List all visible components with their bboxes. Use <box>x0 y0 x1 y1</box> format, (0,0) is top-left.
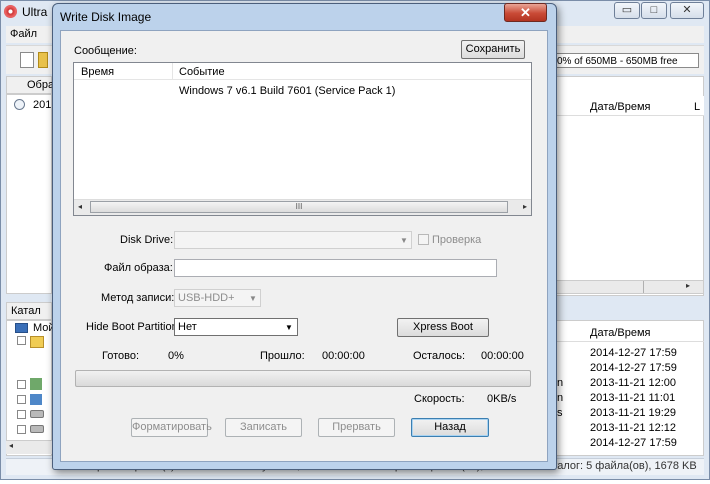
capacity-indicator: 0% of 650MB - 650MB free <box>553 53 699 68</box>
dialog-close-button[interactable]: ✕ <box>504 3 547 22</box>
chevron-down-icon: ▼ <box>400 236 408 245</box>
catalog-panel-header: Катал <box>6 302 52 320</box>
log-header <box>74 63 531 80</box>
list-item-date[interactable]: 2014-12-27 17:59 <box>590 437 677 449</box>
catalog-tree <box>6 320 52 456</box>
app-logo-icon <box>4 5 17 18</box>
tree-expander[interactable] <box>17 425 26 434</box>
dialog-title: Write Disk Image <box>60 10 152 24</box>
chevron-down-icon: ▼ <box>249 294 257 303</box>
list-item-date[interactable]: 2014-12-27 17:59 <box>590 362 677 374</box>
list-item-fragment: n <box>557 377 564 389</box>
image-file-label: Файл образа: <box>104 262 173 274</box>
drive-icon <box>30 425 44 433</box>
write-button[interactable]: Записать <box>225 418 302 437</box>
message-label: Сообщение: <box>74 45 137 57</box>
elapsed-label: Прошло: <box>260 350 305 362</box>
remaining-value: 00:00:00 <box>481 350 524 362</box>
log-row-event: Windows 7 v6.1 Build 7601 (Service Pack … <box>179 85 396 97</box>
image-list-scrollbar[interactable] <box>548 280 704 294</box>
tree-expander[interactable] <box>17 336 26 345</box>
tree-expander[interactable] <box>17 395 26 404</box>
list-item-fragment: n <box>557 392 564 404</box>
window-title: Ultra <box>22 5 48 19</box>
image-tree <box>6 94 52 294</box>
disk-drive-select[interactable] <box>174 231 412 249</box>
disc-icon <box>14 99 25 110</box>
status-catalog: Каталог: 5 файла(ов), 1678 KB <box>540 460 697 472</box>
folder-icon <box>30 336 44 348</box>
column-partial[interactable]: L <box>694 101 700 113</box>
format-button[interactable]: Форматировать <box>131 418 212 437</box>
computer-icon <box>15 323 28 333</box>
speed-label: Скорость: <box>414 393 465 405</box>
verify-label: Проверка <box>432 234 482 246</box>
ready-value: 0% <box>168 350 184 362</box>
image-file-field[interactable] <box>174 259 497 277</box>
log-column-event[interactable]: Событие <box>179 66 225 78</box>
list-item-fragment: s <box>557 407 563 419</box>
image-tree-item[interactable]: 201 <box>33 99 51 111</box>
minimize-button[interactable]: ▭ <box>614 2 640 19</box>
menu-file[interactable]: Файл <box>10 28 37 40</box>
close-button[interactable]: ✕ <box>670 2 704 19</box>
disk-drive-label: Disk Drive: <box>120 234 174 246</box>
ready-label: Готово: <box>102 350 140 362</box>
list-item-date[interactable]: 2013-11-21 19:29 <box>590 407 676 419</box>
scroll-right-arrow[interactable]: ▸ <box>523 202 527 211</box>
list-item-date[interactable]: 2014-12-27 17:59 <box>590 347 677 359</box>
write-progress-bar <box>75 370 531 387</box>
save-log-button[interactable]: Сохранить <box>461 40 525 59</box>
speed-value: 0KB/s <box>487 393 517 405</box>
column-datetime[interactable]: Дата/Время <box>590 101 651 113</box>
write-method-label: Метод записи: <box>101 292 175 304</box>
log-column-time[interactable]: Время <box>81 66 114 78</box>
tree-expander[interactable] <box>17 410 26 419</box>
hide-boot-label: Hide Boot Partition: <box>86 321 181 333</box>
xpress-boot-button[interactable]: Xpress Boot <box>397 318 489 337</box>
log-header-divider <box>172 63 173 80</box>
open-folder-icon[interactable] <box>38 52 48 68</box>
list-item-date[interactable]: 2013-11-21 11:01 <box>590 392 675 404</box>
maximize-button[interactable]: □ <box>641 2 667 19</box>
elapsed-value: 00:00:00 <box>322 350 365 362</box>
scroll-right-arrow[interactable]: ▸ <box>686 281 690 290</box>
new-file-icon[interactable] <box>20 52 34 68</box>
image-panel-header: Обра <box>6 76 54 94</box>
list-item-date[interactable]: 2013-11-21 12:12 <box>590 422 676 434</box>
scrollbar-edge <box>643 281 644 293</box>
column-datetime[interactable]: Дата/Время <box>590 327 651 339</box>
library-icon <box>30 378 42 390</box>
back-button[interactable]: Назад <box>411 418 489 437</box>
list-item-date[interactable]: 2013-11-21 12:00 <box>590 377 676 389</box>
write-method-select[interactable]: USB-HDD+ <box>174 289 261 307</box>
verify-checkbox[interactable] <box>418 234 429 245</box>
scroll-left-arrow[interactable]: ◂ <box>9 441 13 450</box>
remaining-label: Осталось: <box>413 350 466 362</box>
drive-icon <box>30 410 44 418</box>
scroll-left-arrow[interactable]: ◂ <box>78 202 82 211</box>
hide-boot-select[interactable]: Нет <box>174 318 298 336</box>
tree-expander[interactable] <box>17 380 26 389</box>
log-scroll-thumb[interactable]: III <box>90 201 508 213</box>
desktop-icon <box>30 394 42 405</box>
chevron-down-icon: ▼ <box>285 323 293 332</box>
abort-button[interactable]: Прервать <box>318 418 395 437</box>
